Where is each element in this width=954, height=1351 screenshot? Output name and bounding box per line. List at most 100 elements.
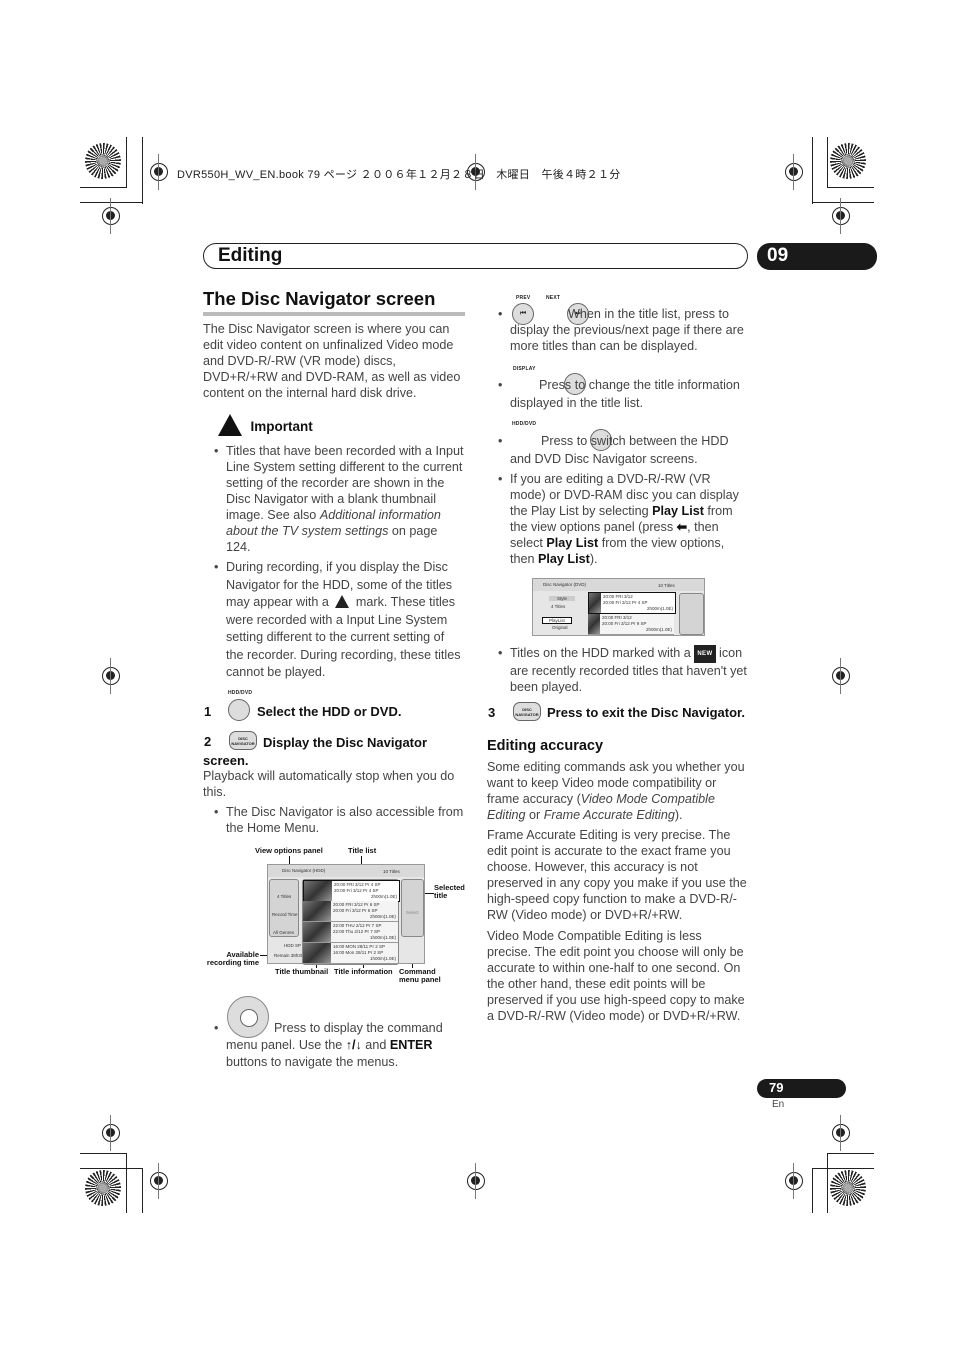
crop-mark — [142, 1168, 143, 1213]
playlist-bullet: • If you are editing a DVD-R/-RW (VR mod… — [498, 472, 739, 566]
section-title: The Disc Navigator screen — [203, 288, 436, 309]
registration-target — [102, 198, 120, 234]
section-intro: The Disc Navigator screen is where you c… — [203, 322, 461, 400]
crop-mark — [142, 137, 143, 204]
chapter-number: 09 — [767, 245, 789, 266]
important-warning-icon — [218, 414, 242, 436]
playlist-option[interactable]: PlayList — [542, 617, 572, 624]
crop-mark — [812, 137, 813, 204]
new-titles-bullet: • Titles on the HDD marked with a NEW ic… — [498, 645, 747, 694]
callout-available-time: Available recording time — [206, 950, 259, 967]
important-heading: Important — [218, 414, 313, 436]
disc-navigator-screenshot: Disc Navigator (HDD) 10 Titles 4 Titles … — [267, 864, 425, 965]
crop-mark — [126, 1153, 127, 1213]
screen-header: Disc Navigator (HDD) — [282, 868, 326, 873]
title-list-panel: 20:00 FRI 3/12 Pr 4 SP 20:00 Fri 3/12 Pr… — [302, 879, 400, 965]
registration-target — [102, 1115, 120, 1151]
callout-view-options: View options panel — [255, 846, 323, 855]
callout-command-menu: Command menu panel — [399, 967, 441, 984]
registration-starburst-top-right — [830, 143, 866, 179]
registration-target — [150, 154, 168, 190]
section-rule — [203, 312, 465, 316]
page-language: En — [772, 1099, 785, 1110]
title-thumbnail — [589, 593, 601, 613]
chapter-header: Editing — [203, 243, 748, 269]
prev-button-caption: PREV — [516, 295, 531, 301]
print-header-note: DVR550H_WV_EN.book 79 ページ ２００６年１２月２８日 木曜… — [177, 169, 621, 181]
chapter-number-badge: 09 — [757, 243, 877, 270]
title-row[interactable]: 20:00 FRI 3/12 Pr 6 SP 20:00 Fri 3/12 Pr… — [303, 901, 398, 922]
page-number-badge: 79 — [757, 1079, 846, 1098]
dpad-bullet: • Press to display the command menu pane… — [214, 1021, 443, 1069]
title-thumbnail — [304, 881, 332, 901]
registration-starburst-bottom-right — [830, 1170, 866, 1206]
warning-triangle-icon — [335, 595, 350, 608]
crop-mark — [80, 1168, 142, 1169]
title-row-selected[interactable]: 20:00 FRI 3/12 Pr 4 SP 20:00 Fri 3/12 Pr… — [303, 880, 400, 902]
step-bullet: • The Disc Navigator is also accessible … — [214, 805, 464, 835]
page-number: 79 — [769, 1080, 784, 1095]
title-row[interactable]: 20:00 FRI 3/12 20:00 Fri 3/12 Pr 9 SP 2h… — [588, 614, 674, 635]
crop-mark — [80, 1153, 127, 1154]
crop-mark — [827, 137, 828, 187]
step-number: 1 — [204, 704, 212, 719]
registration-target — [832, 658, 850, 694]
title-row[interactable]: 16:00 MON 28/11 Pr 2 SP 16:00 Mon 28/11 … — [303, 943, 398, 964]
round-button-icon — [228, 699, 250, 721]
crop-mark — [827, 1153, 828, 1213]
command-menu-panel — [679, 593, 704, 635]
crop-mark — [126, 137, 127, 187]
registration-target — [785, 1163, 803, 1199]
registration-target — [832, 1115, 850, 1151]
new-badge-icon: NEW — [694, 645, 716, 663]
button-caption: HDD/DVD — [228, 690, 253, 696]
prev-next-bullet: • When in the title list, press to displ… — [498, 307, 744, 353]
chapter-title: Editing — [218, 245, 283, 266]
next-button-caption: NEXT — [546, 295, 561, 301]
hdd-dvd-button-caption: HDD/DVD — [512, 421, 537, 427]
registration-target — [150, 1163, 168, 1199]
registration-starburst-top-left — [85, 143, 121, 179]
callout-title-list: Title list — [348, 846, 377, 855]
command-menu-panel: Select — [401, 879, 424, 937]
registration-target — [785, 154, 803, 190]
title-thumbnail — [303, 901, 331, 921]
step-instruction: Select the HDD or DVD. — [257, 704, 402, 719]
registration-target — [467, 1163, 485, 1199]
hdd-dvd-bullet: • Press to switch between the HDD and DV… — [498, 434, 729, 466]
crop-mark — [812, 202, 874, 203]
callout-title-information: Title information — [334, 967, 393, 976]
crop-mark — [80, 202, 142, 203]
editing-accuracy-paragraph: Video Mode Compatible Editing is less pr… — [487, 929, 745, 1023]
registration-target — [102, 658, 120, 694]
important-bullet: • Titles that have been recorded with a … — [214, 444, 464, 554]
view-options-panel: 4 Titles Record Time All Genres — [269, 879, 299, 937]
crop-mark — [827, 1153, 874, 1154]
left-arrow-icon: ⬅ — [676, 520, 688, 534]
registration-target — [832, 198, 850, 234]
callout-selected-title: Selected title — [434, 883, 465, 900]
title-thumbnail — [303, 922, 331, 942]
registration-starburst-bottom-left — [85, 1170, 121, 1206]
crop-mark — [812, 1168, 874, 1169]
title-row[interactable]: 22:00 THU 2/12 Pr 7 SP 22:00 Thu 2/12 Pr… — [303, 922, 398, 943]
dvd-disc-navigator-screenshot: Disc Navigator (DVD) 10 Titles Style 4 T… — [532, 578, 705, 636]
arrow-keys-icon: ↑/↓ — [345, 1038, 362, 1052]
step-instruction: Press to exit the Disc Navigator. — [547, 705, 745, 720]
display-button-caption: DISPLAY — [513, 366, 536, 372]
title-thumbnail — [588, 614, 600, 634]
step-instruction: Display the Disc Navigator screen. — [203, 735, 427, 768]
editing-accuracy-paragraph: Frame Accurate Editing is very precise. … — [487, 828, 747, 922]
screen-title-count: 10 Titles — [383, 869, 400, 874]
step-body: Playback will automatically stop when yo… — [203, 769, 455, 799]
important-bullet: • During recording, if you display the D… — [214, 560, 461, 679]
subsection-title: Editing accuracy — [487, 738, 604, 754]
important-label: Important — [250, 419, 313, 434]
crop-mark — [812, 1168, 813, 1213]
title-row-selected[interactable]: 20:00 FRI 3/12 20:00 Fri 3/12 Pr 4 SP 2h… — [588, 592, 676, 614]
available-recording-time: HDD SP — [284, 943, 302, 948]
crop-mark — [827, 187, 874, 188]
callout-title-thumbnail: Title thumbnail — [275, 967, 329, 976]
step-number: 3 — [488, 705, 496, 720]
title-thumbnail — [303, 943, 331, 963]
